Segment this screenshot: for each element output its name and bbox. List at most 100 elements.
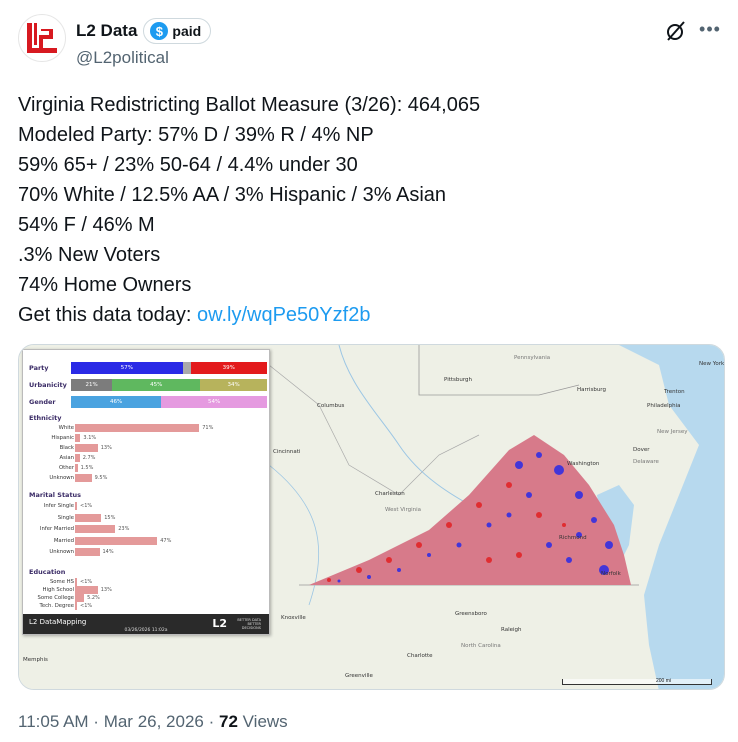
demographics-panel: Party 57% 39% Urbanicity 21% 45% 34% Gen… — [22, 349, 270, 635]
marital-row-value: <1% — [80, 503, 93, 509]
tweet-line: Modeled Party: 57% D / 39% R / 4% NP — [18, 124, 374, 146]
ethnicity-row-label: Other — [58, 465, 74, 471]
more-icon[interactable]: ••• — [697, 16, 723, 42]
ethnicity-row-value: 3.1% — [83, 435, 97, 441]
marital-row-label: Single — [57, 514, 74, 521]
education-row-bar — [75, 594, 85, 602]
ethnicity-row-bar — [75, 444, 98, 452]
marital-row-bar — [75, 548, 100, 556]
tweet-line: 54% F / 46% M — [18, 214, 155, 236]
tweet-line: 59% 65+ / 23% 50-64 / 4.4% under 30 — [18, 154, 358, 176]
ethnicity-row-bar — [75, 434, 81, 442]
tweet-meta: 11:05 AM · Mar 26, 2026 · 72 Views — [18, 712, 288, 731]
education-title: Education — [29, 568, 66, 576]
paid-badge-label: paid — [172, 23, 202, 39]
education-row-value: <1% — [80, 603, 93, 609]
map-label: Richmond — [559, 535, 587, 541]
education-row-label: Some College — [37, 595, 74, 601]
marital-row: Single 15% — [27, 513, 267, 523]
marital-title: Marital Status — [29, 491, 82, 499]
education-row: Tech. Degree <1% — [27, 602, 267, 611]
map-label: Washington — [567, 461, 600, 467]
gender-f-segment: 54% — [161, 396, 267, 408]
tweet-header: L2 Data $ paid @L2political ••• — [18, 14, 723, 74]
education-row-bar — [75, 578, 77, 586]
map-label: West Virginia — [385, 507, 422, 513]
ethnicity-row-value: 9.5% — [94, 475, 108, 481]
gender-label: Gender — [29, 398, 56, 406]
ethnicity-row-label: Unknown — [49, 475, 74, 481]
ethnicity-row: Asian 2.7% — [27, 454, 267, 463]
party-row: Party 57% 39% — [27, 362, 267, 374]
urbanicity-b-segment: 45% — [112, 379, 201, 391]
ethnicity-row-label: White — [58, 425, 74, 431]
map-label: Dover — [633, 447, 650, 453]
education-row-label: Tech. Degree — [39, 603, 74, 609]
tweet-date[interactable]: Mar 26, 2026 — [104, 712, 204, 731]
marital-row-value: 47% — [160, 537, 172, 544]
map-label: Delaware — [633, 459, 659, 465]
ethnicity-row: White 71% — [27, 424, 267, 433]
tweet-line: Virginia Redistricting Ballot Measure (3… — [18, 94, 481, 116]
urbanicity-label: Urbanicity — [29, 381, 67, 389]
marital-row-value: 14% — [102, 549, 114, 555]
map-label: New Jersey — [657, 429, 688, 435]
panel-footer-tagline: BETTER DATA BETTER DECISIONS — [237, 618, 261, 630]
avatar[interactable] — [18, 14, 66, 62]
map-label: Knoxville — [281, 615, 306, 621]
views-count: 72 — [218, 712, 238, 731]
views-label: Views — [242, 712, 288, 731]
tweet-image[interactable]: New York Pennsylvania Pittsburgh Harrisb… — [18, 344, 725, 690]
handle[interactable]: @L2political — [76, 48, 169, 68]
map-label: Charlotte — [407, 653, 433, 659]
dollar-icon: $ — [150, 22, 169, 40]
cta-text: Get this data today: — [18, 304, 197, 326]
map-label: Pittsburgh — [444, 377, 473, 383]
party-np-segment — [182, 362, 191, 374]
urbanicity-c-segment: 34% — [200, 379, 267, 391]
marital-row-bar — [75, 502, 77, 510]
tweet-cta-line: Get this data today: ow.ly/wqPe50Yzf2b — [18, 300, 718, 330]
ethnicity-row-value: 1.5% — [80, 465, 94, 471]
tweet-link[interactable]: ow.ly/wqPe50Yzf2b — [197, 304, 370, 326]
marital-row: Infer Married 23% — [27, 525, 267, 534]
education-row-bar — [75, 602, 77, 610]
map-label: Pennsylvania — [514, 355, 551, 361]
map-label: Harrisburg — [577, 387, 606, 393]
marital-row-label: Married — [53, 537, 74, 544]
map-label: North Carolina — [461, 643, 501, 649]
tweet-line: 70% White / 12.5% AA / 3% Hispanic / 3% … — [18, 184, 447, 206]
grok-icon[interactable] — [663, 18, 689, 44]
map-label: Memphis — [23, 657, 48, 663]
tweet-text: Virginia Redistricting Ballot Measure (3… — [18, 90, 718, 330]
map-label: Norfolk — [601, 571, 621, 577]
party-d-segment: 57% — [71, 362, 183, 374]
map-label: Greensboro — [455, 611, 487, 617]
map-label: Columbus — [317, 403, 345, 409]
display-name[interactable]: L2 Data — [76, 21, 137, 41]
paid-badge[interactable]: $ paid — [143, 18, 212, 44]
map-label: Trenton — [664, 389, 685, 395]
tweet-line: .3% New Voters — [18, 244, 161, 266]
marital-row-label: Infer Single — [43, 503, 74, 509]
marital-row-label: Infer Married — [39, 526, 74, 532]
education-row-value: 13% — [100, 587, 112, 593]
education-row-value: 5.2% — [87, 595, 100, 601]
marital-row-bar — [75, 536, 158, 545]
l2-footer-logo: L2 — [212, 617, 227, 630]
l2-logo-icon — [27, 23, 57, 53]
gender-m-segment: 46% — [71, 396, 162, 408]
ethnicity-row-bar — [75, 474, 92, 482]
education-row-label: Some HS — [49, 579, 74, 585]
education-row-value: <1% — [80, 579, 93, 585]
map-label: New York — [699, 361, 725, 367]
marital-row-bar — [75, 513, 102, 522]
party-label: Party — [29, 364, 49, 372]
ethnicity-row-bar — [75, 464, 78, 472]
tweet-time[interactable]: 11:05 AM — [18, 712, 89, 731]
ethnicity-row-label: Hispanic — [51, 435, 74, 441]
education-row-label: High School — [42, 587, 74, 593]
marital-row: Unknown 14% — [27, 548, 267, 557]
ethnicity-row-value: 71% — [202, 425, 214, 431]
ethnicity-title: Ethnicity — [29, 414, 62, 422]
